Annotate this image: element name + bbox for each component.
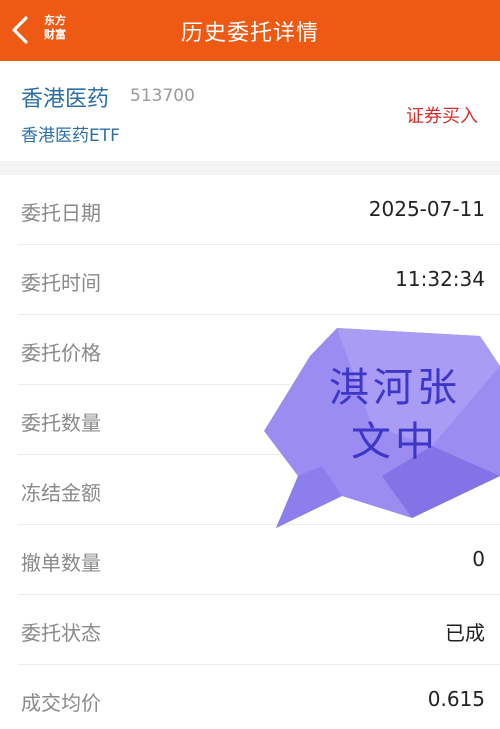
row-label: 成交均价 [21, 691, 101, 715]
row-label: 委托数量 [21, 411, 101, 435]
row-label: 委托日期 [21, 201, 101, 225]
stock-code: 513700 [130, 86, 195, 106]
detail-row-time: 委托时间 11:32:34 [18, 245, 500, 315]
row-label: 冻结金额 [21, 481, 101, 505]
header-bar: 东方 财富 历史委托详情 [0, 0, 500, 61]
detail-row-price: 委托价格 [18, 315, 500, 385]
order-detail-list: 委托日期 2025-07-11 委托时间 11:32:34 委托价格 委托数量 … [0, 175, 500, 729]
row-value: 0 [472, 547, 485, 571]
detail-row-quantity: 委托数量 [18, 385, 500, 455]
row-label: 撤单数量 [21, 551, 101, 575]
detail-row-avg-price: 成交均价 0.615 [18, 665, 500, 729]
stock-full-name: 香港医药ETF [21, 126, 120, 146]
detail-row-cancel-quantity: 撤单数量 0 [18, 525, 500, 595]
stock-name: 香港医药 [21, 87, 110, 112]
section-divider [0, 161, 500, 175]
trade-type-label: 证券买入 [406, 106, 478, 127]
row-value: 0.615 [427, 687, 485, 711]
row-label: 委托价格 [21, 341, 101, 365]
row-value: 已成 [445, 621, 485, 645]
row-label: 委托时间 [21, 271, 101, 295]
row-value: 2025-07-11 [368, 197, 485, 221]
stock-summary: 香港医药 513700 香港医药ETF 证券买入 [0, 61, 500, 161]
row-value: 11:32:34 [395, 267, 485, 291]
detail-row-status: 委托状态 已成 [18, 595, 500, 665]
row-label: 委托状态 [21, 621, 101, 645]
page-title: 历史委托详情 [180, 21, 319, 46]
detail-row-date: 委托日期 2025-07-11 [18, 175, 500, 245]
detail-row-frozen-amount: 冻结金额 [18, 455, 500, 525]
